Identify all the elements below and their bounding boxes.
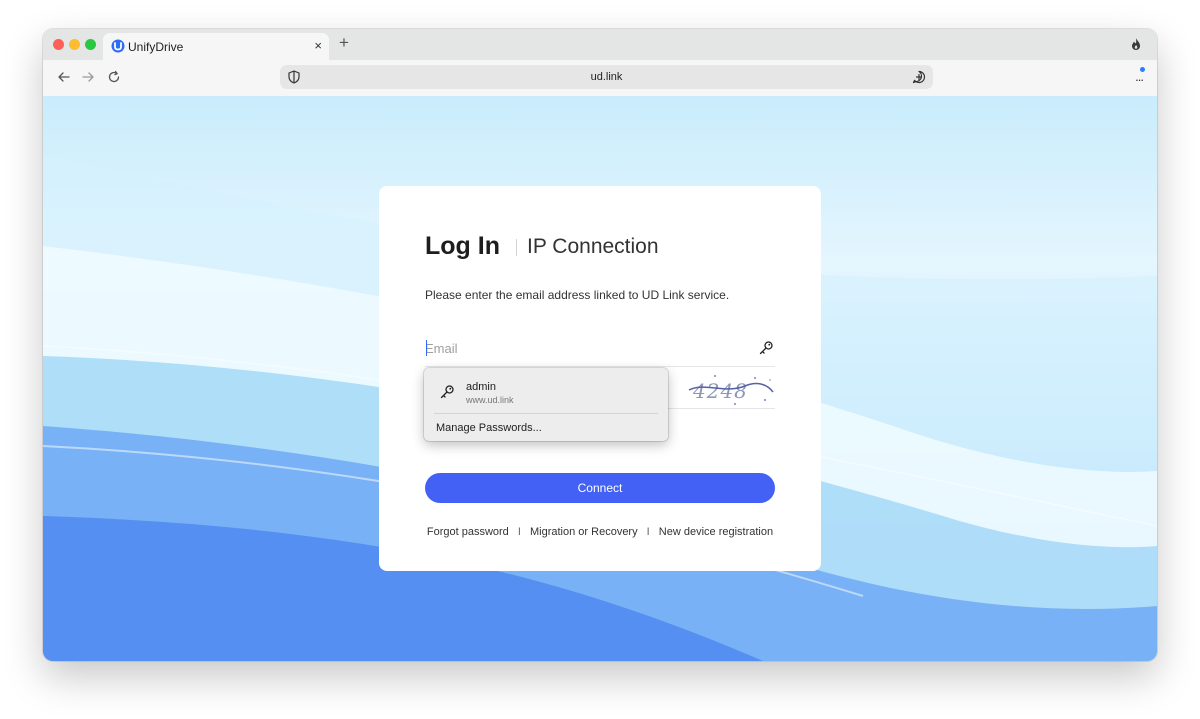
saved-site: www.ud.link (466, 395, 514, 405)
browser-window: UnifyDrive × + ud.link ... Log In IP Con… (43, 29, 1157, 661)
url-text: ud.link (590, 71, 623, 83)
close-icon[interactable]: × (314, 38, 322, 53)
close-window-button[interactable] (53, 39, 64, 50)
saved-username: admin (466, 381, 496, 393)
back-arrow-icon[interactable] (56, 69, 72, 85)
browser-toolbar: ud.link ... (43, 60, 1157, 97)
tab-strip: UnifyDrive × + (43, 29, 1157, 60)
new-device-registration-link[interactable]: New device registration (659, 526, 773, 538)
email-field[interactable] (425, 336, 747, 360)
notification-dot (1140, 67, 1145, 72)
tab-ip-connection[interactable]: IP Connection (527, 235, 659, 259)
forgot-password-link[interactable]: Forgot password (427, 526, 509, 538)
reload-icon[interactable] (106, 69, 122, 85)
captcha-image[interactable]: 4248 (685, 368, 775, 408)
migration-recovery-link[interactable]: Migration or Recovery (530, 526, 638, 538)
key-icon (440, 385, 454, 399)
minimize-window-button[interactable] (69, 39, 80, 50)
instruction-text: Please enter the email address linked to… (425, 288, 730, 302)
link-separator: I (517, 526, 521, 538)
link-separator: I (646, 526, 650, 538)
title-divider (516, 239, 517, 256)
address-bar[interactable]: ud.link (280, 65, 933, 89)
footer-links: Forgot password I Migration or Recovery … (425, 526, 775, 538)
maximize-window-button[interactable] (85, 39, 96, 50)
add-bubble-icon[interactable] (911, 69, 927, 85)
tab-unifydrive[interactable]: UnifyDrive × (103, 33, 329, 60)
unifydrive-logo-icon (111, 39, 125, 53)
manage-passwords-item[interactable]: Manage Passwords... (436, 422, 542, 434)
tab-title: UnifyDrive (128, 40, 184, 54)
password-autofill-dropdown: admin www.ud.link Manage Passwords... (424, 368, 668, 441)
page-title: Log In (425, 232, 500, 260)
email-underline (425, 366, 775, 367)
flame-icon[interactable] (1129, 37, 1143, 51)
text-caret (426, 340, 427, 356)
dropdown-divider (434, 413, 658, 414)
plus-icon[interactable]: + (339, 34, 349, 51)
key-icon[interactable] (758, 340, 774, 356)
forward-arrow-icon[interactable] (80, 69, 96, 85)
captcha-text: 4248 (692, 379, 748, 403)
connect-button[interactable]: Connect (425, 473, 775, 503)
